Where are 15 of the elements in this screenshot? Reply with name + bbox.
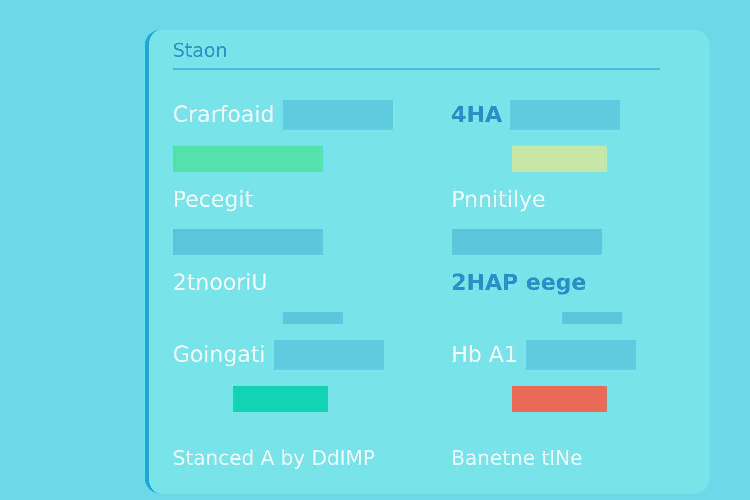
field-label: Crarfoaid (173, 102, 275, 128)
field-label: 2tnooriU (173, 271, 268, 296)
field-label: 4HA (452, 102, 502, 128)
input-field[interactable] (526, 340, 636, 370)
footer-text: Banetne tINe (452, 446, 584, 472)
input-field[interactable] (510, 100, 620, 130)
field-label: Pecegit (173, 188, 254, 213)
field-label: 2HAP eege (452, 271, 587, 296)
field-label: Pnnitilye (452, 188, 546, 213)
card-title: Staon (173, 40, 660, 70)
input-field[interactable] (274, 340, 384, 370)
field-label: Goingati (173, 342, 266, 368)
field-label: Hb A1 (452, 342, 518, 368)
input-field[interactable] (282, 100, 393, 130)
footer-text: Stanced A by DdIMP (173, 446, 376, 472)
